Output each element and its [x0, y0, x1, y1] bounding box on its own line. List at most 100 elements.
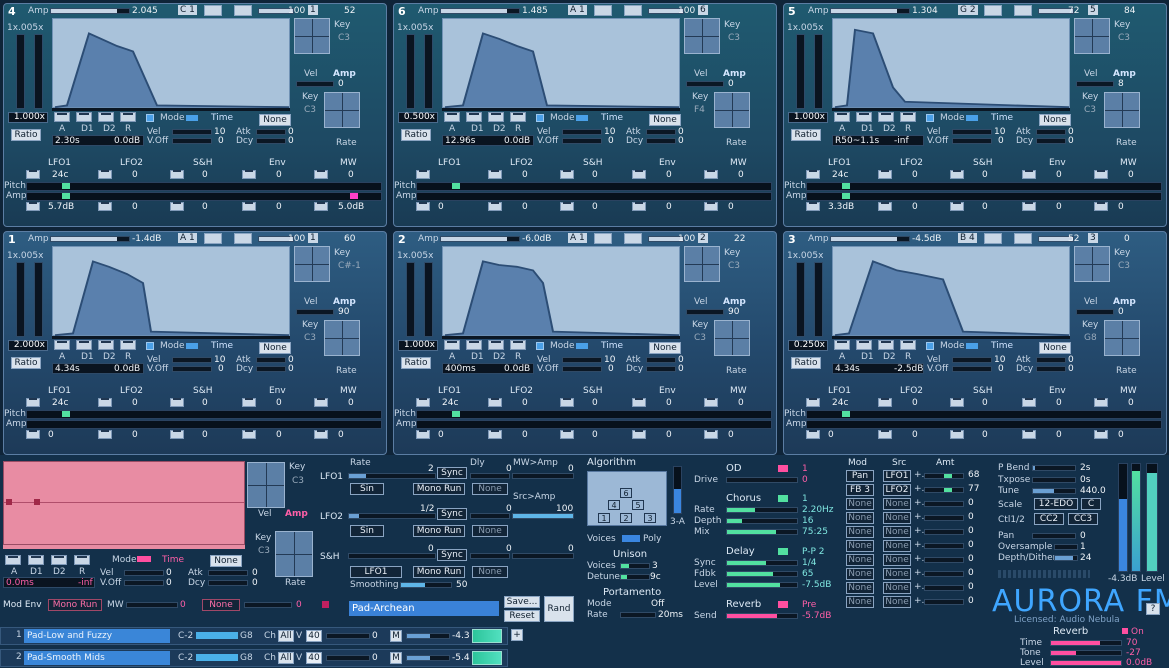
lfo-shape[interactable] — [560, 170, 574, 179]
bars-button[interactable] — [624, 5, 642, 16]
lfo-shape[interactable] — [488, 398, 502, 407]
rate-xy-pad[interactable] — [324, 320, 360, 356]
help-button[interactable]: ? — [1146, 603, 1160, 615]
env-shape-d1[interactable] — [466, 340, 482, 350]
lfo1-sync[interactable]: Sync — [437, 467, 467, 479]
mod-src[interactable]: None — [883, 582, 911, 594]
save-button[interactable]: Save... — [504, 596, 540, 608]
voff-slider[interactable] — [562, 366, 602, 372]
mod-dest[interactable]: None — [846, 540, 874, 552]
mod-src[interactable]: None — [883, 540, 911, 552]
bars-button[interactable] — [234, 5, 252, 16]
lfo-shape[interactable] — [26, 430, 40, 439]
lfo-shape[interactable] — [1094, 170, 1108, 179]
amp-slider[interactable] — [440, 8, 520, 14]
lfo-shape[interactable] — [1094, 430, 1108, 439]
key-xy-pad[interactable] — [294, 246, 330, 282]
lfo-shape[interactable] — [632, 398, 646, 407]
channel-select[interactable]: All — [278, 652, 294, 664]
lfo-shape[interactable] — [950, 430, 964, 439]
lfo-shape[interactable] — [878, 398, 892, 407]
mode-toggle[interactable] — [146, 114, 154, 122]
atk-slider[interactable] — [256, 129, 286, 135]
ratio-button[interactable]: Ratio — [401, 357, 431, 369]
none-button[interactable]: None — [202, 599, 240, 611]
mod-dest[interactable]: None — [846, 498, 874, 510]
lfo-shape[interactable] — [1022, 430, 1036, 439]
lfo-shape[interactable] — [488, 170, 502, 179]
lfo-shape[interactable] — [806, 170, 820, 179]
env-shape-a[interactable] — [444, 340, 460, 350]
env-shape-d2[interactable] — [488, 112, 504, 122]
ratio-button[interactable]: Ratio — [401, 129, 431, 141]
mod-amt[interactable] — [924, 501, 964, 507]
lfo-shape[interactable] — [632, 202, 646, 211]
lfo-shape[interactable] — [632, 430, 646, 439]
lfo-shape[interactable] — [416, 430, 430, 439]
voices-box[interactable]: 40 — [306, 630, 322, 642]
env-shape-d1[interactable] — [28, 555, 44, 565]
envelope-display[interactable] — [52, 246, 290, 337]
vel-slider[interactable] — [172, 129, 212, 135]
rate-xy-pad[interactable] — [324, 92, 360, 128]
pitch-mod-row[interactable] — [26, 410, 382, 419]
volume-slider[interactable] — [406, 655, 450, 661]
mod-dest[interactable]: None — [846, 554, 874, 566]
env-shape-r[interactable] — [510, 340, 526, 350]
lfo-shape[interactable] — [704, 170, 718, 179]
env-shape-d1[interactable] — [466, 112, 482, 122]
preset-name[interactable]: Pad-Archean — [349, 601, 499, 616]
amp-slider[interactable] — [830, 236, 910, 242]
lfo-shape[interactable] — [632, 170, 646, 179]
lfo-shape[interactable] — [560, 398, 574, 407]
atk-slider[interactable] — [646, 129, 676, 135]
mod-amt[interactable] — [924, 487, 964, 493]
lfo-shape[interactable] — [1094, 202, 1108, 211]
amp-mod-row[interactable] — [26, 192, 382, 201]
mode-toggle[interactable] — [146, 342, 154, 350]
scale-box[interactable]: 1.000x — [398, 340, 438, 351]
mod-amt[interactable] — [924, 473, 964, 479]
key-range[interactable] — [196, 632, 238, 639]
mode-toggle[interactable] — [926, 114, 934, 122]
lfo-shape[interactable] — [1022, 398, 1036, 407]
lfo-shape[interactable] — [806, 202, 820, 211]
atk-slider[interactable] — [1036, 129, 1066, 135]
mod-dest[interactable]: None — [846, 512, 874, 524]
env-shape-d2[interactable] — [878, 112, 894, 122]
vel-amp-slider[interactable] — [296, 81, 334, 87]
mod-dest[interactable]: None — [846, 582, 874, 594]
env-shape-d1[interactable] — [76, 112, 92, 122]
env-shape-d2[interactable] — [488, 340, 504, 350]
mode-none[interactable]: None — [210, 555, 242, 567]
wave-button[interactable] — [594, 5, 612, 16]
mod-amt[interactable] — [924, 515, 964, 521]
env-shape-d2[interactable] — [51, 555, 67, 565]
mod-dest[interactable]: None — [846, 596, 874, 608]
vel-amp-slider[interactable] — [296, 309, 334, 315]
lfo-shape[interactable] — [704, 398, 718, 407]
mod-src[interactable]: None — [883, 526, 911, 538]
vel-amp-slider[interactable] — [686, 309, 724, 315]
lfo-shape[interactable] — [170, 170, 184, 179]
env-shape-d1[interactable] — [856, 112, 872, 122]
lfo-shape[interactable] — [878, 430, 892, 439]
lfo-shape[interactable] — [950, 202, 964, 211]
bars-button[interactable] — [1014, 5, 1032, 16]
env-shape-a[interactable] — [54, 112, 70, 122]
envelope-display[interactable] — [52, 18, 290, 109]
dcy-slider[interactable] — [646, 138, 676, 144]
lfo-shape[interactable] — [416, 398, 430, 407]
vel-slider[interactable] — [172, 357, 212, 363]
scale-box[interactable]: 1.000x — [8, 112, 48, 123]
key-xy-pad[interactable] — [294, 18, 330, 54]
lfo-shape[interactable] — [314, 170, 328, 179]
pitch-mod-row[interactable] — [416, 410, 772, 419]
env-shape-d2[interactable] — [98, 112, 114, 122]
rate-xy-pad[interactable] — [1104, 92, 1140, 128]
rate-xy-pad[interactable] — [714, 320, 750, 356]
env-shape-d1[interactable] — [856, 340, 872, 350]
dcy-slider[interactable] — [256, 366, 286, 372]
lfo-shape[interactable] — [170, 398, 184, 407]
mod-dest[interactable]: None — [846, 526, 874, 538]
